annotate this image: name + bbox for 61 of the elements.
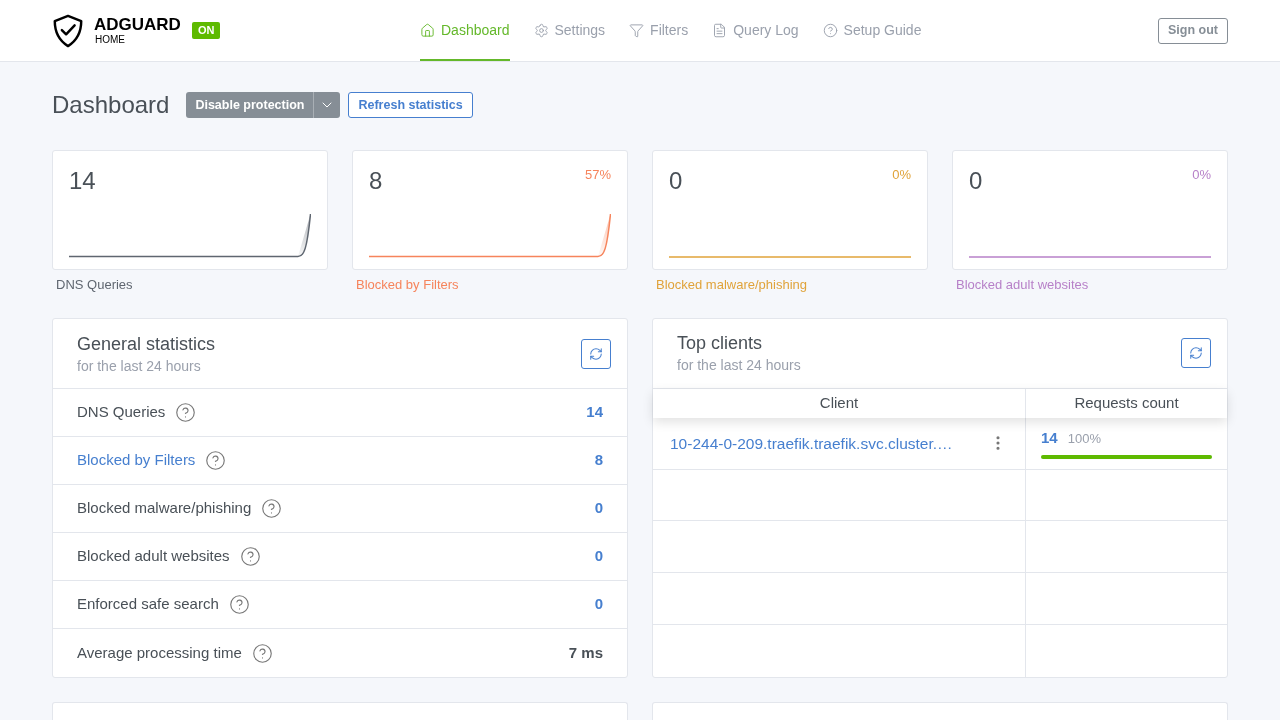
stat-label: Blocked malware/phishing xyxy=(656,276,808,294)
nav-tab[interactable]: Filters xyxy=(629,0,689,61)
stat-percent: 0% xyxy=(892,166,911,184)
stat-label: Enforced safe search xyxy=(77,594,219,615)
stat-label: DNS Queries xyxy=(77,402,166,423)
stat-value[interactable]: 8 xyxy=(594,449,603,472)
column-header: Requests count xyxy=(1025,388,1227,418)
request-count: 14 xyxy=(1041,428,1058,449)
stat-percent: 0% xyxy=(1192,166,1211,184)
stat-value: 0 xyxy=(969,166,983,196)
dropdown-toggle[interactable] xyxy=(313,92,341,118)
home-icon xyxy=(420,23,435,38)
shield-check-icon xyxy=(52,13,84,48)
card-title: Top clients xyxy=(677,332,764,356)
sign-out-button[interactable]: Sign out xyxy=(1158,17,1228,44)
stat-label: DNS Queries xyxy=(56,276,133,294)
stat-link[interactable]: Blocked by Filters xyxy=(77,449,196,472)
card-subtitle: for the last 24 hours xyxy=(77,356,202,376)
help-icon[interactable] xyxy=(239,546,261,567)
disable-protection-button[interactable]: Disable protection xyxy=(186,92,314,118)
column-header: Client xyxy=(818,393,860,413)
logo-title: ADGUARD xyxy=(94,15,181,34)
refresh-icon xyxy=(1189,346,1203,361)
card-subtitle: for the last 24 hours xyxy=(677,356,801,376)
status-badge: ON xyxy=(191,22,221,39)
stat-value[interactable]: 14 xyxy=(586,401,603,424)
stat-percent: 57% xyxy=(584,166,611,184)
help-icon[interactable] xyxy=(175,402,197,423)
gear-icon xyxy=(533,23,549,38)
stat-label: Blocked by Filters xyxy=(356,276,459,294)
stat-value: 14 xyxy=(69,166,96,196)
document-icon xyxy=(712,23,728,38)
stat-label: Blocked adult websites xyxy=(956,276,1089,294)
card-title: General statistics xyxy=(77,332,216,356)
stat-label: Average processing time xyxy=(77,642,242,663)
stat-value: 8 xyxy=(369,166,383,196)
client-link[interactable]: 10-244-0-209.traefik.traefik.svc.cluster.… xyxy=(670,431,953,455)
page-title: Dashboard xyxy=(52,91,170,119)
nav-tab[interactable]: Dashboard xyxy=(420,0,510,61)
help-icon[interactable] xyxy=(261,498,283,519)
help-icon[interactable] xyxy=(228,594,250,615)
stat-value[interactable]: 0 xyxy=(594,545,603,568)
stat-value: 0 xyxy=(669,166,683,196)
stat-value: 7 ms xyxy=(568,642,603,663)
refresh-icon xyxy=(589,346,603,361)
refresh-button[interactable] xyxy=(1181,338,1211,369)
help-icon[interactable] xyxy=(205,450,227,471)
stat-value[interactable]: 0 xyxy=(594,593,603,616)
help-icon xyxy=(822,23,838,38)
help-icon[interactable] xyxy=(251,642,273,664)
nav-tab[interactable]: Setup Guide xyxy=(822,0,922,61)
filter-icon xyxy=(629,23,645,38)
stat-value[interactable]: 0 xyxy=(594,497,603,520)
request-percent: 100% xyxy=(1067,430,1101,449)
refresh-button[interactable] xyxy=(581,338,611,369)
stat-label: Blocked adult websites xyxy=(77,546,230,567)
refresh-statistics-button[interactable]: Refresh statistics xyxy=(348,92,473,118)
nav-tab[interactable]: Query Log xyxy=(712,0,799,61)
logo-subtitle: HOME xyxy=(95,33,126,46)
stat-label: Blocked malware/phishing xyxy=(77,498,252,519)
nav-tab[interactable]: Settings xyxy=(533,0,606,61)
